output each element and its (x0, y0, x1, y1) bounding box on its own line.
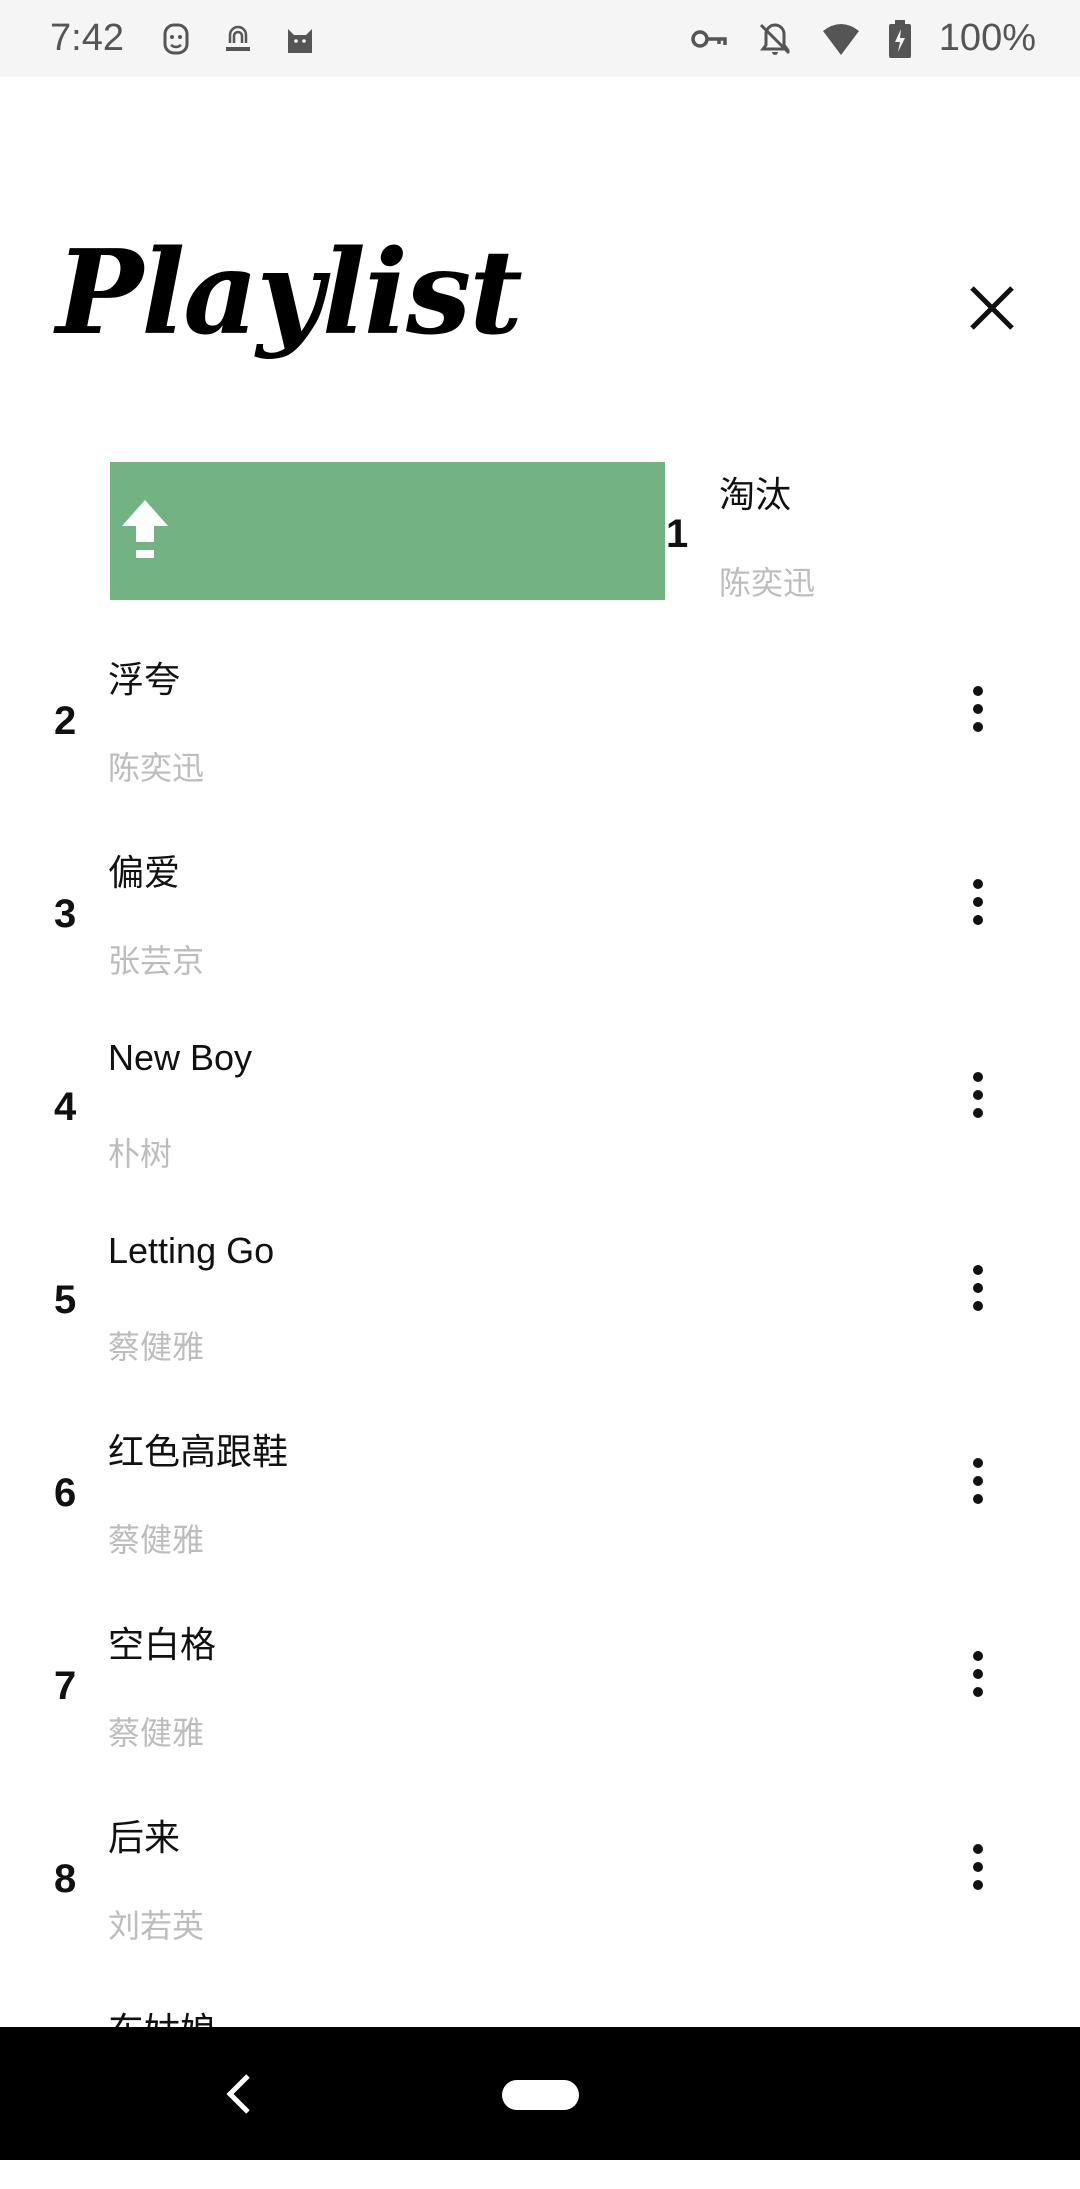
move-to-top-icon (120, 498, 170, 564)
status-time: 7:42 (50, 17, 124, 59)
playlist-item[interactable]: 2 浮夸 陈奕迅 (0, 645, 1080, 838)
artist-name: 陈奕迅 (719, 565, 816, 601)
item-number: 4 (54, 1085, 77, 1129)
more-options-icon[interactable] (960, 1059, 996, 1131)
song-title: 红色高跟鞋 (108, 1431, 289, 1472)
song-title: New Boy (108, 1037, 253, 1078)
song-title: 后来 (108, 1817, 181, 1858)
home-pill-icon[interactable] (502, 2080, 579, 2110)
item-number: 2 (54, 699, 77, 743)
face-icon (156, 19, 196, 59)
artist-name: 陈奕迅 (108, 750, 205, 786)
artist-name: 蔡健雅 (108, 1329, 205, 1365)
song-title: Letting Go (108, 1230, 275, 1271)
key-icon (689, 19, 729, 59)
playlist-item[interactable]: 5 Letting Go 蔡健雅 (0, 1224, 1080, 1417)
cat-icon (280, 19, 320, 59)
song-title: 淘汰 (719, 474, 792, 515)
song-title: 空白格 (108, 1624, 217, 1665)
artist-name: 蔡健雅 (108, 1522, 205, 1558)
song-title: 浮夸 (108, 659, 181, 700)
playlist-item[interactable]: 4 New Boy 朴树 (0, 1031, 1080, 1224)
more-options-icon[interactable] (960, 1445, 996, 1517)
notification-icons (156, 19, 320, 59)
more-options-icon[interactable] (960, 866, 996, 938)
playlist-item[interactable]: 8 后来 刘若英 (0, 1803, 1080, 1996)
artist-name: 蔡健雅 (108, 1715, 205, 1751)
item-number: 8 (54, 1857, 77, 1901)
item-number: 3 (54, 892, 77, 936)
playlist-item[interactable]: 7 空白格 蔡健雅 (0, 1610, 1080, 1803)
move-to-top-action[interactable] (110, 462, 665, 600)
wifi-icon (821, 19, 861, 59)
item-number: 1 (666, 512, 689, 556)
back-button[interactable] (222, 2072, 256, 2116)
playlist-item-swiped[interactable]: 1 淘汰 陈奕迅 (0, 452, 1080, 645)
system-icons: 100% (689, 17, 1036, 60)
artist-name: 张芸京 (108, 943, 205, 979)
notifications-off-icon (755, 19, 795, 59)
playlist-item[interactable]: 3 偏爱 张芸京 (0, 838, 1080, 1031)
fingerprint-badge-icon (218, 19, 258, 59)
item-number: 7 (54, 1664, 77, 1708)
more-options-icon[interactable] (960, 1638, 996, 1710)
navigation-bar (0, 2027, 1080, 2160)
status-bar: 7:42 100% (0, 0, 1080, 77)
song-title: 偏爱 (108, 852, 181, 893)
playlist-item[interactable]: 6 红色高跟鞋 蔡健雅 (0, 1417, 1080, 1610)
close-icon (970, 286, 1014, 330)
artist-name: 朴树 (108, 1136, 173, 1172)
more-options-icon[interactable] (960, 673, 996, 745)
battery-charging-icon (887, 19, 913, 59)
more-options-icon[interactable] (960, 1252, 996, 1324)
close-button[interactable] (966, 282, 1018, 334)
item-number: 6 (54, 1471, 77, 1515)
page-title: Playlist (56, 225, 523, 361)
item-number: 5 (54, 1278, 77, 1322)
more-options-icon[interactable] (960, 1831, 996, 1903)
artist-name: 刘若英 (108, 1908, 205, 1944)
battery-level: 100% (938, 17, 1036, 59)
back-icon (226, 2074, 250, 2114)
